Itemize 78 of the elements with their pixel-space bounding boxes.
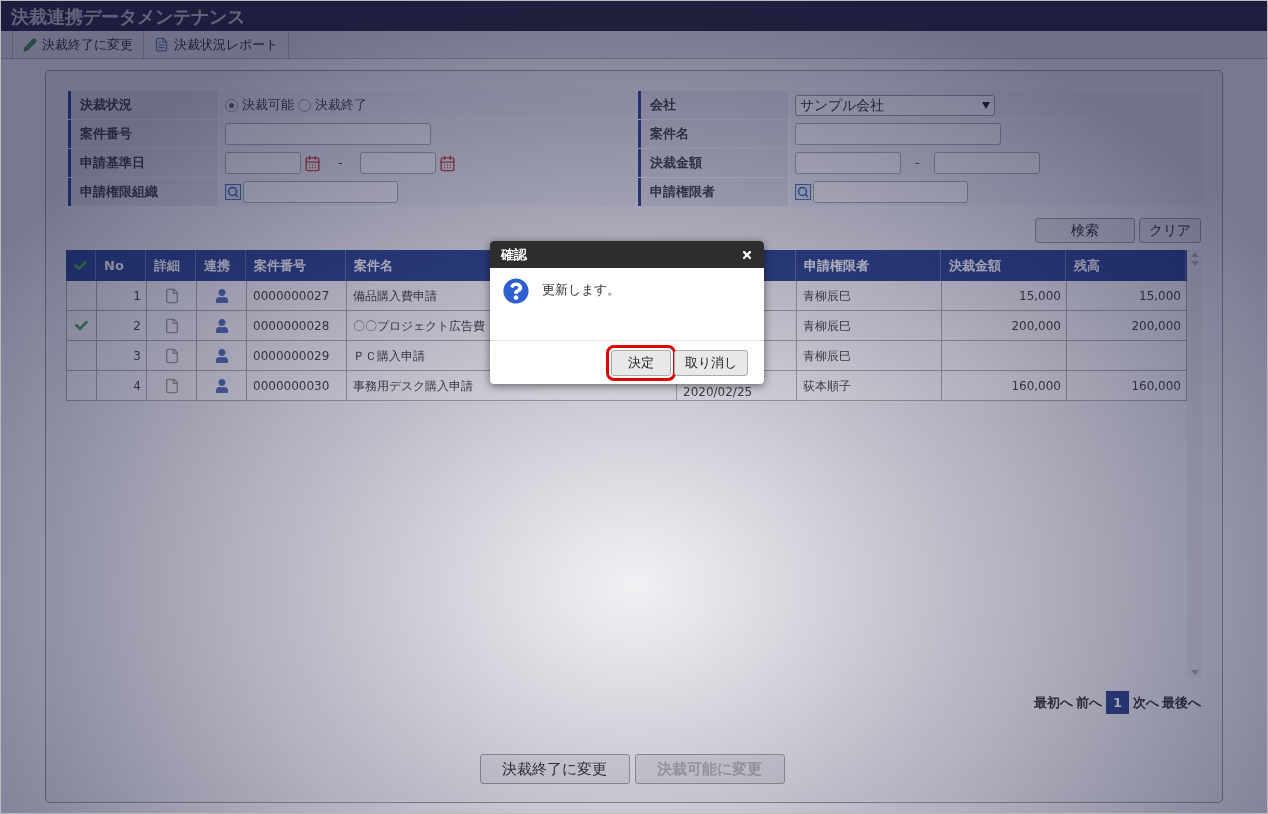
pager-link[interactable]: 最後へ <box>1162 692 1201 713</box>
document-icon <box>154 37 169 52</box>
toolbar-button[interactable]: 決裁状況レポート <box>143 31 289 58</box>
amount-field[interactable] <box>933 152 1040 174</box>
search-icon[interactable] <box>795 184 811 200</box>
table-cell-text: 0000000028 <box>253 317 330 335</box>
close-icon[interactable] <box>741 248 753 261</box>
table-cell-text: ＰＣ購入申請 <box>353 347 425 365</box>
form-label: 申請権限組織 <box>68 178 218 206</box>
row-number: 4 <box>133 377 141 395</box>
table-cell-text: 荻本順子 <box>803 377 851 395</box>
dialog-button[interactable]: 取り消し <box>674 349 748 376</box>
action-button[interactable]: 決裁終了に変更 <box>479 754 630 784</box>
pager-link[interactable]: 最初へ <box>1034 692 1073 713</box>
table-cell-text: 青柳辰巳 <box>803 347 851 365</box>
detail-icon[interactable] <box>163 347 180 364</box>
form-label: 申請基準日 <box>68 149 218 177</box>
dialog-message: 更新します。 <box>542 281 620 299</box>
table-cell-text: 備品購入費申請 <box>353 287 437 305</box>
table-cell-text: 160,000 <box>1131 377 1181 395</box>
table-cell-text: 0000000027 <box>253 287 330 305</box>
radio-option[interactable]: 決裁可能 <box>225 95 294 115</box>
question-icon <box>503 278 529 304</box>
dialog-title: 確認 <box>501 245 527 264</box>
pencil-icon <box>23 37 37 52</box>
pager-link[interactable]: 次へ <box>1133 692 1159 713</box>
detail-icon[interactable] <box>163 317 180 334</box>
table-cell-text: 0000000029 <box>253 347 330 365</box>
range-separator: - <box>338 154 343 173</box>
table-cell-text: 160,000 <box>1011 377 1061 395</box>
detail-icon[interactable] <box>163 287 180 304</box>
lookup-field[interactable] <box>243 181 398 203</box>
form-label: 案件名 <box>638 120 788 148</box>
form-label: 申請権限者 <box>638 178 788 206</box>
scrollbar[interactable] <box>1187 250 1202 677</box>
text-field[interactable] <box>795 123 1001 145</box>
row-number: 3 <box>133 347 141 365</box>
check-icon <box>75 319 88 332</box>
person-icon[interactable] <box>214 288 229 303</box>
text-field[interactable] <box>225 123 431 145</box>
window-title: 決裁連携データメンテナンス <box>11 4 245 29</box>
check-all-icon[interactable] <box>74 259 87 272</box>
form-button[interactable]: 検索 <box>1035 218 1135 243</box>
form-label: 決裁金額 <box>638 149 788 177</box>
range-separator: - <box>915 154 920 173</box>
form-label: 会社 <box>638 91 788 119</box>
table-cell-text: 15,000 <box>1019 287 1061 305</box>
lookup-field[interactable] <box>813 181 968 203</box>
toolbar-button[interactable]: 決裁終了に変更 <box>12 31 144 58</box>
page-number[interactable]: 1 <box>1106 691 1129 714</box>
row-number: 1 <box>133 287 141 305</box>
form-button[interactable]: クリア <box>1139 218 1201 243</box>
row-number: 2 <box>133 317 141 335</box>
table-cell-text: 200,000 <box>1131 317 1181 335</box>
table-cell-text: 200,000 <box>1011 317 1061 335</box>
table-cell: 2020/02/25 <box>683 386 753 398</box>
date-field[interactable] <box>359 152 436 174</box>
radio-option[interactable]: 決裁終了 <box>298 95 367 115</box>
search-icon[interactable] <box>225 184 241 200</box>
form-label: 決裁状況 <box>68 91 218 119</box>
table-cell-text: 15,000 <box>1139 287 1181 305</box>
calendar-icon[interactable] <box>304 154 321 172</box>
table-cell-text: 青柳辰巳 <box>803 287 851 305</box>
pager-link[interactable]: 前へ <box>1076 692 1102 713</box>
dropdown-caret-icon <box>982 101 990 109</box>
table-cell-text: 青柳辰巳 <box>803 317 851 335</box>
table-cell-text: 〇〇プロジェクト広告費 <box>353 317 485 335</box>
amount-field[interactable] <box>795 152 901 174</box>
person-icon[interactable] <box>214 378 229 393</box>
company-select[interactable]: サンプル会社 <box>795 94 995 116</box>
date-field[interactable] <box>225 152 301 174</box>
form-label: 案件番号 <box>68 120 218 148</box>
detail-icon[interactable] <box>163 377 180 394</box>
table-cell-text: 事務用デスク購入申請 <box>353 377 473 395</box>
person-icon[interactable] <box>214 318 229 333</box>
person-icon[interactable] <box>214 348 229 363</box>
calendar-icon[interactable] <box>438 154 456 172</box>
table-cell-text: 0000000030 <box>253 377 330 395</box>
